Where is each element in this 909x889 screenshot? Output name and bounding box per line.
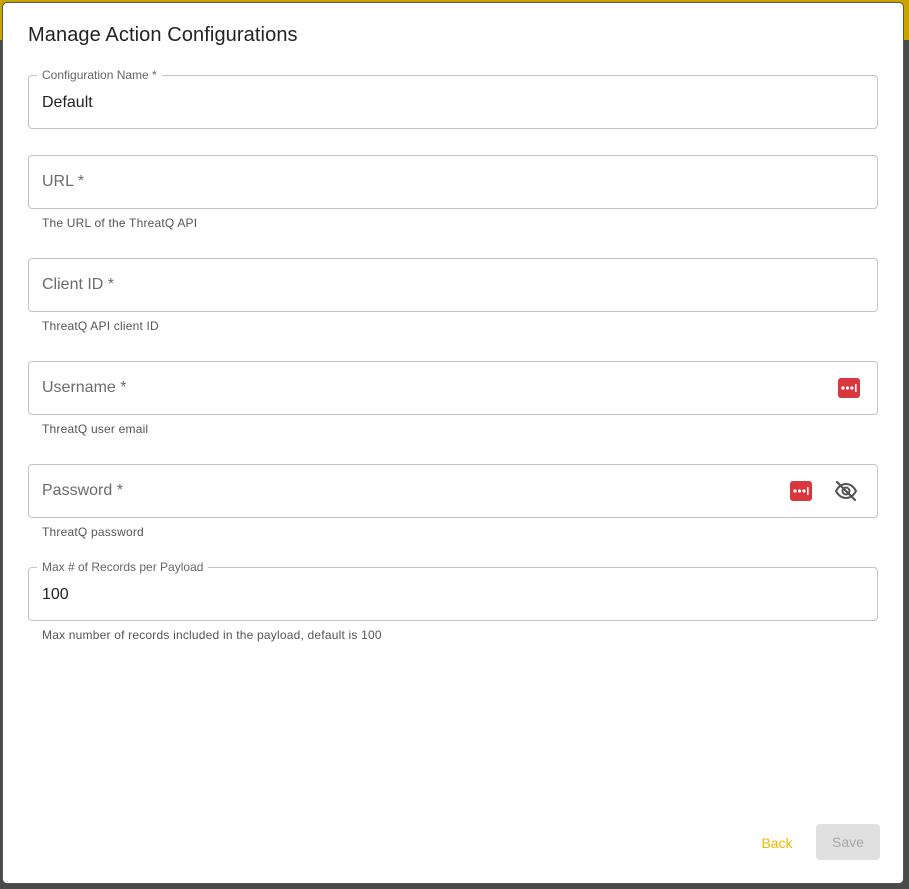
config-name-field[interactable]: Configuration Name * Default — [28, 68, 878, 129]
password-input[interactable]: Password * — [42, 482, 123, 500]
client-id-helper-text: ThreatQ API client ID — [42, 319, 159, 333]
password-helper-text: ThreatQ password — [42, 525, 144, 539]
password-manager-icon[interactable] — [838, 378, 860, 398]
username-field[interactable]: Username * — [28, 361, 878, 415]
client-id-field[interactable]: Client ID * — [28, 258, 878, 312]
max-records-input[interactable]: 100 — [42, 586, 69, 604]
max-records-helper-text: Max number of records included in the pa… — [42, 628, 382, 642]
config-name-label: Configuration Name * — [37, 68, 162, 82]
save-button[interactable]: Save — [816, 824, 880, 860]
password-field[interactable]: Password * — [28, 464, 878, 518]
url-input[interactable]: URL * — [42, 173, 84, 191]
max-records-label: Max # of Records per Payload — [37, 560, 209, 574]
username-helper-text: ThreatQ user email — [42, 422, 149, 436]
eye-off-icon[interactable] — [834, 479, 858, 503]
manage-action-config-dialog: Manage Action Configurations Configurati… — [3, 3, 903, 883]
config-name-input[interactable]: Default — [42, 94, 93, 112]
url-field[interactable]: URL * — [28, 155, 878, 209]
url-helper-text: The URL of the ThreatQ API — [42, 216, 198, 230]
client-id-input[interactable]: Client ID * — [42, 276, 114, 294]
username-input[interactable]: Username * — [42, 379, 126, 397]
back-button[interactable]: Back — [748, 825, 806, 861]
password-manager-icon[interactable] — [790, 481, 812, 501]
dialog-title: Manage Action Configurations — [28, 24, 298, 46]
max-records-field[interactable]: Max # of Records per Payload 100 — [28, 560, 878, 621]
